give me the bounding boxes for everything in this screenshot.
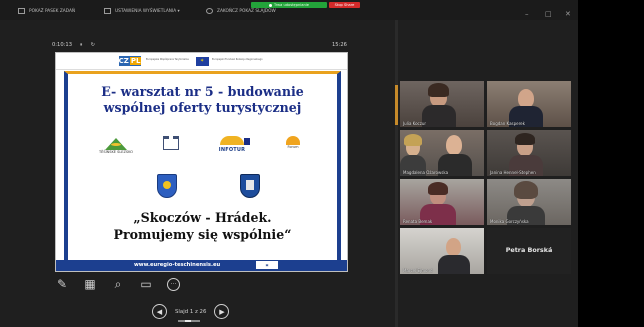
participant-tile[interactable]: Petra Borská: [487, 228, 571, 274]
presenter-tools: ✎ ▦ ⌕ ▭ ···: [55, 276, 180, 292]
participant-name: Bogdan Kasperek: [490, 121, 525, 126]
footer-logo: ▣: [256, 261, 278, 269]
participant-tile[interactable]: Bogdan Kasperek: [487, 81, 571, 127]
slide-url: www.euregio-teschinensis.eu: [134, 262, 221, 268]
participant-face: [446, 238, 461, 256]
castle-logo: [156, 136, 186, 150]
participant-name: Janina Hennel-Stephen: [490, 170, 536, 175]
current-slide[interactable]: CZ PL Europejska Współpraca Terytorialna …: [55, 52, 348, 272]
participant-face: [446, 135, 462, 155]
slide-title-line1: E- warsztat nr 5 - budowanie: [101, 84, 304, 99]
infotur-text: INFOTUR: [218, 147, 246, 153]
monitor-icon: [104, 8, 111, 14]
see-all-slides-icon[interactable]: ▦: [83, 277, 97, 291]
end-slideshow-label: ZAKOŃCZ POKAZ SLAJDÓW: [217, 8, 276, 14]
mountain-logo-icon: [103, 136, 129, 150]
pause-icon[interactable]: ⏸: [80, 42, 83, 49]
participant-name: Renata Bemak: [403, 219, 433, 224]
participant-gallery: Julia Koczur Bogdan Kasperek Magdalena O…: [400, 81, 572, 276]
slide-footer: www.euregio-teschinensis.eu ▣: [56, 260, 347, 271]
panel-divider[interactable]: [395, 20, 398, 327]
infotur-icon: [220, 136, 250, 145]
reset-timer-icon[interactable]: ↻: [91, 42, 95, 49]
slide-title-line2: wspólnej oferty turystycznej: [103, 100, 302, 115]
next-slide-button[interactable]: ▶: [214, 304, 230, 319]
black-margin: [578, 0, 644, 327]
black-screen-icon[interactable]: ▭: [139, 277, 153, 291]
slide-quote-line1: „Skoczów - Hrádek.: [133, 210, 272, 225]
castle-icon: [163, 136, 179, 150]
tesinske-slezsko-text: TĚŠÍNSKÉ SLEZSKO: [99, 150, 133, 154]
participant-hair: [514, 181, 538, 199]
slide-header: CZ PL Europejska Współpraca Terytorialna …: [56, 53, 347, 70]
participant-tile[interactable]: Janina Hennel-Stephen: [487, 130, 571, 176]
more-options-icon[interactable]: ···: [167, 277, 180, 291]
display-settings-label: USTAWIENIA WYŚWIETLANIA ▾: [115, 8, 180, 14]
participant-name: Julia Koczur: [403, 121, 427, 126]
header-text-right: Europejski Fundusz Rozwoju Regionalnego: [212, 58, 263, 61]
forum-text: Forum: [287, 145, 299, 149]
participant-body: [422, 105, 456, 127]
hradek-coat-of-arms-icon: [240, 174, 260, 198]
top-toolbar: POKAŻ PASEK ZADAŃ USTAWIENIA WYŚWIETLANI…: [0, 0, 578, 20]
slide-counter: Slajd 1 z 26: [175, 308, 207, 315]
coats-of-arms: [68, 174, 337, 200]
presenter-timer: 0:10:13 ⏸ ↻: [52, 42, 95, 49]
sharing-label: Trwa udostępnianie: [274, 3, 309, 7]
close-button[interactable]: ✕: [565, 10, 571, 18]
previous-slide-button[interactable]: ◀: [152, 304, 167, 319]
pen-icon[interactable]: ✎: [55, 277, 69, 291]
participant-tile[interactable]: Magdalena Ożarowska: [400, 130, 484, 176]
participant-name: Marcel Ejmond: [403, 268, 433, 273]
slide-navigation: ◀ Slajd 1 z 26 ▶: [152, 304, 230, 319]
participant-name: Magdalena Ożarowska: [403, 170, 449, 175]
cz-pl-logo: CZ PL: [118, 56, 142, 66]
clock: 15:26: [332, 42, 347, 48]
taskbar-icon: [18, 8, 25, 14]
participant-name: Petra Borská: [505, 246, 553, 254]
skoczow-coat-of-arms-icon: [157, 174, 177, 198]
stop-share-button[interactable]: Stop Share: [329, 2, 360, 8]
chevron-left-icon: ◀: [156, 307, 163, 316]
participant-hair: [428, 182, 448, 195]
slide-quote-line2: Promujemy się wspólnie“: [113, 227, 292, 242]
maximize-button[interactable]: □: [545, 10, 552, 18]
slide-progress-indicator: [178, 320, 200, 322]
participant-tile[interactable]: Renata Bemak: [400, 179, 484, 225]
stop-share-label: Stop Share: [334, 3, 355, 7]
participant-name: Monika Gorczyńska: [490, 219, 529, 224]
slide-body: E- warsztat nr 5 - budowanie wspólnej of…: [64, 71, 341, 263]
chevron-right-icon: ▶: [219, 307, 225, 316]
sharing-dot-icon: [269, 3, 273, 7]
infotur-logo: INFOTUR: [212, 136, 252, 153]
partner-logos: TĚŠÍNSKÉ SLEZSKO INFOTUR Forum: [68, 136, 337, 170]
participant-hair: [428, 83, 449, 97]
participant-hair: [404, 134, 422, 146]
end-show-icon: [206, 8, 213, 14]
forum-logo: Forum: [280, 136, 306, 149]
minimize-button[interactable]: –: [525, 10, 529, 18]
header-text-left: Europejska Współpraca Terytorialna: [146, 58, 189, 61]
participant-tile[interactable]: Marcel Ejmond: [400, 228, 484, 274]
tesinske-slezsko-logo: TĚŠÍNSKÉ SLEZSKO: [94, 136, 138, 154]
participant-tile[interactable]: Monika Gorczyńska: [487, 179, 571, 225]
elapsed-time: 0:10:13: [52, 42, 72, 48]
show-taskbar-label: POKAŻ PASEK ZADAŃ: [29, 8, 76, 14]
eu-flag-icon: [196, 57, 209, 66]
display-settings-button[interactable]: USTAWIENIA WYŚWIETLANIA ▾: [104, 6, 180, 16]
sharing-indicator[interactable]: Trwa udostępnianie: [251, 2, 327, 8]
sun-logo-icon: [286, 136, 300, 145]
participant-tile[interactable]: Julia Koczur: [400, 81, 484, 127]
show-taskbar-button[interactable]: POKAŻ PASEK ZADAŃ: [18, 6, 75, 16]
participant-body: [438, 255, 470, 274]
zoom-icon[interactable]: ⌕: [111, 277, 125, 292]
participant-hair: [515, 133, 535, 145]
divider-handle[interactable]: [395, 85, 398, 125]
